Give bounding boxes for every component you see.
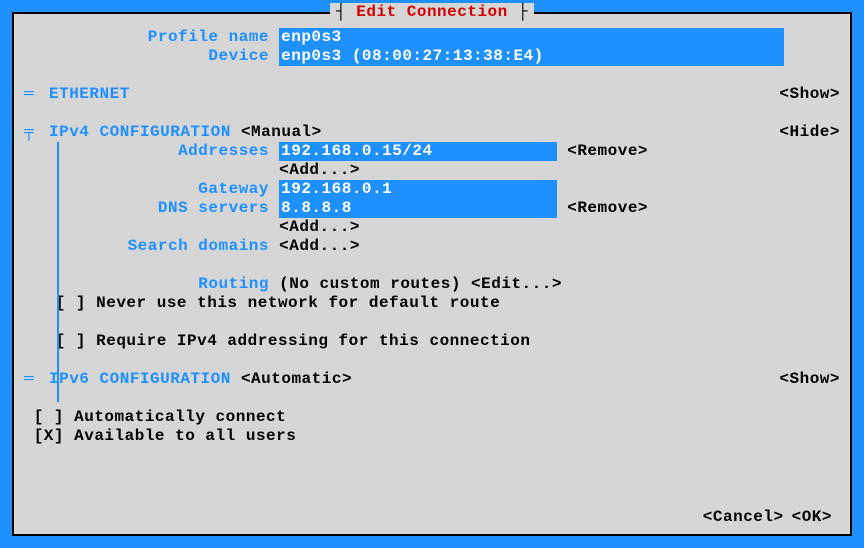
routing-label: Routing: [24, 275, 269, 294]
profile-name-label: Profile name: [24, 28, 269, 47]
ethernet-section-label: ETHERNET: [49, 85, 130, 104]
require-ipv4-checkbox[interactable]: [ ]: [24, 332, 86, 351]
dialog-title: Edit Connection: [356, 3, 508, 21]
search-add-button[interactable]: <Add...>: [279, 237, 360, 256]
ipv4-marker-top: ╤: [24, 123, 49, 142]
address-input[interactable]: 192.168.0.15/24: [279, 142, 557, 161]
routing-value: (No custom routes): [279, 275, 461, 294]
dns-label: DNS servers: [24, 199, 269, 218]
dns-input[interactable]: 8.8.8.8: [279, 199, 557, 218]
ethernet-marker: ═: [24, 85, 49, 104]
ethernet-show-button[interactable]: <Show>: [779, 85, 840, 104]
title-border-right: ├: [508, 3, 528, 21]
dns-add-button[interactable]: <Add...>: [279, 218, 360, 237]
require-ipv4-label: Require IPv4 addressing for this connect…: [96, 332, 530, 351]
edit-connection-dialog: ┤ Edit Connection ├ Profile name enp0s3 …: [12, 12, 852, 536]
title-border-left: ┤: [336, 3, 356, 21]
search-domains-label: Search domains: [24, 237, 269, 256]
never-default-checkbox[interactable]: [ ]: [24, 294, 86, 313]
dns-remove-button[interactable]: <Remove>: [567, 199, 648, 218]
auto-connect-label: Automatically connect: [74, 408, 286, 427]
ipv6-show-button[interactable]: <Show>: [779, 370, 840, 389]
dialog-button-bar: <Cancel> <OK>: [703, 508, 832, 526]
addresses-label: Addresses: [24, 142, 269, 161]
ipv6-marker: ═: [24, 370, 49, 389]
device-input[interactable]: enp0s3 (08:00:27:13:38:E4): [279, 47, 784, 66]
device-label: Device: [24, 47, 269, 66]
address-remove-button[interactable]: <Remove>: [567, 142, 648, 161]
profile-name-input[interactable]: enp0s3: [279, 28, 784, 47]
routing-edit-button[interactable]: <Edit...>: [471, 275, 562, 294]
all-users-checkbox[interactable]: [X]: [24, 427, 64, 446]
ipv4-vertical-line: [57, 142, 59, 402]
ipv4-mode-select[interactable]: <Manual>: [241, 123, 322, 142]
dialog-titlebar: ┤ Edit Connection ├: [330, 3, 534, 21]
dialog-content: Profile name enp0s3 Device enp0s3 (08:00…: [24, 14, 840, 446]
gateway-label: Gateway: [24, 180, 269, 199]
never-default-label: Never use this network for default route: [96, 294, 500, 313]
ipv6-mode-select[interactable]: <Automatic>: [241, 370, 352, 389]
address-add-button[interactable]: <Add...>: [279, 161, 360, 180]
cancel-button[interactable]: <Cancel>: [703, 508, 784, 526]
ipv4-section-label: IPv4 CONFIGURATION: [49, 123, 231, 142]
ipv6-section-label: IPv6 CONFIGURATION: [49, 370, 231, 389]
all-users-label: Available to all users: [74, 427, 296, 446]
auto-connect-checkbox[interactable]: [ ]: [24, 408, 64, 427]
gateway-input[interactable]: 192.168.0.1: [279, 180, 557, 199]
ipv4-hide-button[interactable]: <Hide>: [779, 123, 840, 142]
ok-button[interactable]: <OK>: [792, 508, 832, 526]
